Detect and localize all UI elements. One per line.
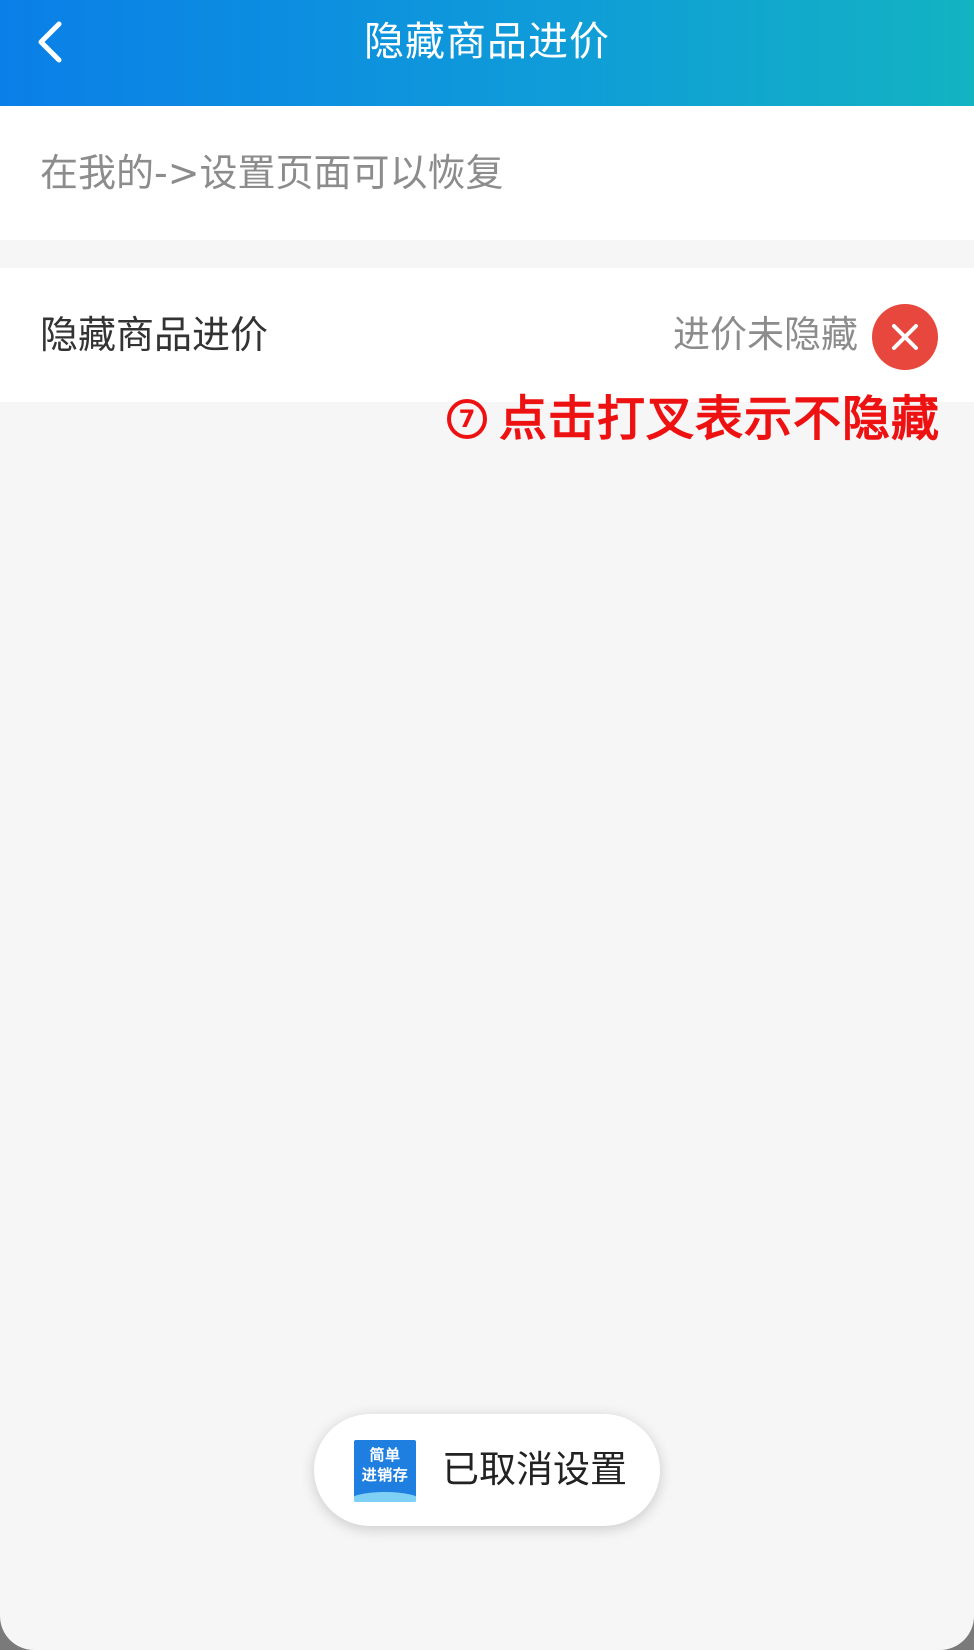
hint-bar: 在我的->设置页面可以恢复 (0, 106, 974, 240)
app-screen: 隐藏商品进价 在我的->设置页面可以恢复 隐藏商品进价 进价未隐藏 7 点击打叉… (0, 0, 974, 1650)
close-icon (892, 324, 918, 350)
annotation-step-number: 7 (446, 399, 487, 439)
page-title: 隐藏商品进价 (364, 19, 610, 65)
hint-text: 在我的->设置页面可以恢复 (40, 151, 504, 195)
not-hidden-toggle-button[interactable] (872, 304, 938, 370)
setting-label: 隐藏商品进价 (40, 313, 269, 357)
logo-text-line2: 进销存 (361, 1466, 409, 1484)
logo-wave (354, 1492, 416, 1502)
app-logo-icon: 简单 进销存 (354, 1440, 416, 1502)
toast-message: 简单 进销存 已取消设置 (314, 1414, 660, 1526)
header-bar: 隐藏商品进价 (0, 0, 974, 106)
toast-text: 已取消设置 (442, 1448, 627, 1491)
setting-row-hide-cost-price[interactable]: 隐藏商品进价 进价未隐藏 (0, 268, 974, 402)
annotation-text: 点击打叉表示不隐藏 (498, 391, 940, 447)
setting-status: 进价未隐藏 (673, 313, 858, 356)
tutorial-annotation: 7 点击打叉表示不隐藏 (446, 388, 940, 450)
logo-text-line1: 简单 (369, 1446, 401, 1464)
